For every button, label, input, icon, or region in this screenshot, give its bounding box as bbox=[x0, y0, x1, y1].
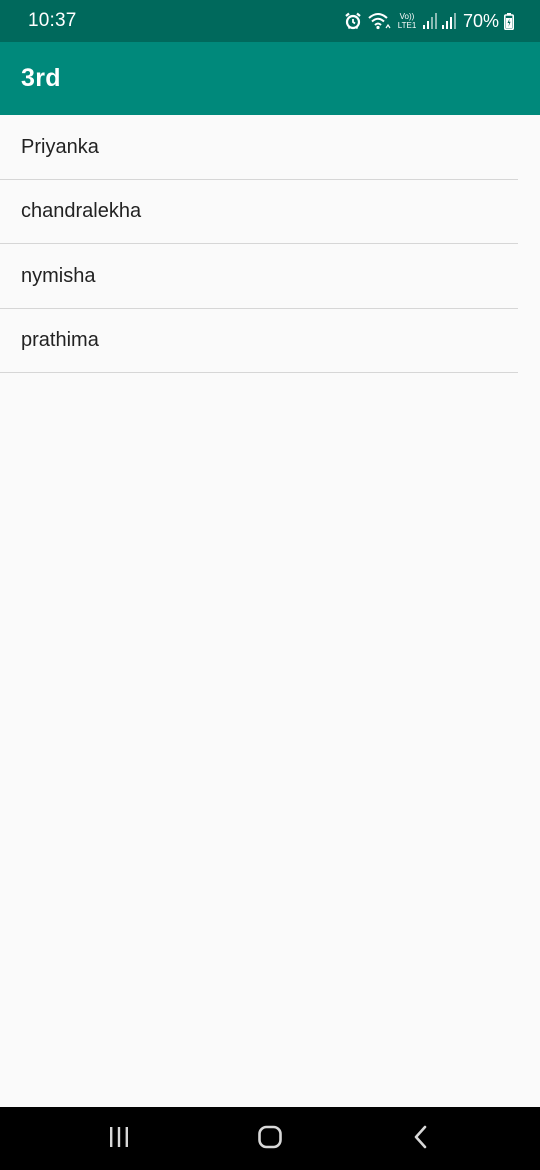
recent-apps-button[interactable] bbox=[99, 1123, 139, 1155]
list-item[interactable]: Priyanka bbox=[0, 115, 540, 180]
status-bar: 10:37 Vo)) LTE1 70% bbox=[0, 0, 540, 42]
list-item[interactable]: prathima bbox=[0, 309, 540, 373]
list-item-label: prathima bbox=[21, 329, 99, 352]
status-time: 10:37 bbox=[28, 10, 77, 31]
list-item-label: nymisha bbox=[21, 264, 96, 287]
list-item[interactable]: nymisha bbox=[0, 244, 540, 309]
divider bbox=[0, 372, 518, 373]
battery-charging-icon bbox=[504, 12, 514, 30]
back-icon bbox=[409, 1125, 433, 1154]
name-list: Priyanka chandralekha nymisha prathima bbox=[0, 115, 540, 373]
back-button[interactable] bbox=[401, 1123, 441, 1155]
wifi-icon bbox=[367, 12, 391, 30]
recent-apps-icon bbox=[107, 1125, 131, 1154]
svg-text:Vo)): Vo)) bbox=[400, 12, 415, 21]
status-icons: Vo)) LTE1 70% bbox=[344, 0, 514, 42]
alarm-icon bbox=[344, 12, 362, 30]
list-item-label: chandralekha bbox=[21, 200, 142, 223]
signal-icon bbox=[441, 13, 456, 29]
list-item-label: Priyanka bbox=[21, 135, 99, 158]
svg-text:LTE1: LTE1 bbox=[398, 21, 417, 30]
volte-icon: Vo)) LTE1 bbox=[396, 11, 418, 31]
app-toolbar: 3rd bbox=[0, 42, 540, 115]
page-title: 3rd bbox=[21, 64, 61, 92]
list-item[interactable]: chandralekha bbox=[0, 180, 540, 244]
signal-icon bbox=[422, 13, 437, 29]
home-icon bbox=[257, 1124, 283, 1155]
navigation-bar bbox=[0, 1107, 540, 1170]
home-button[interactable] bbox=[250, 1123, 290, 1155]
battery-percent: 70% bbox=[462, 10, 499, 31]
